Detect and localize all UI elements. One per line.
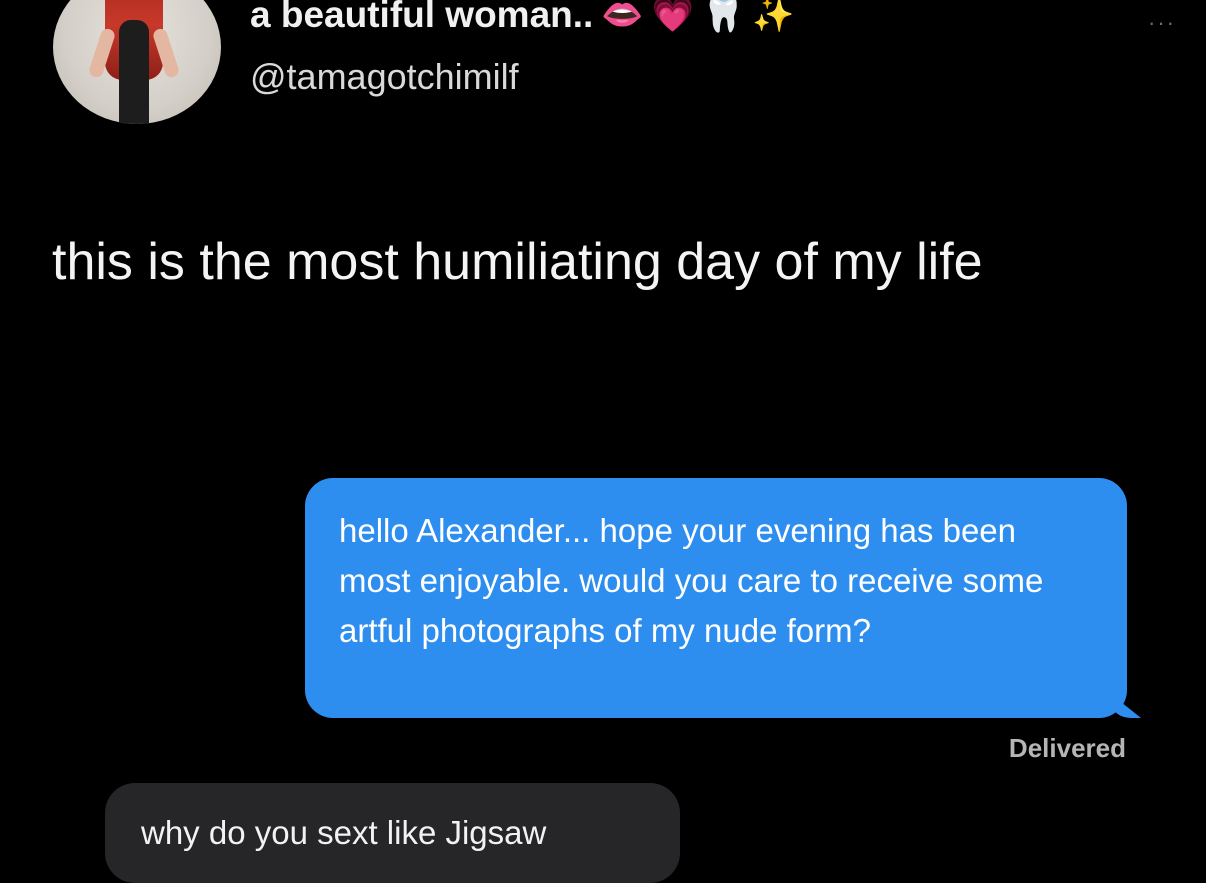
tweet-header: a beautiful woman.. 👄 💗 🦷 ✨ @tamagotchim… — [0, 0, 1206, 140]
sparkles-icon: ✨ — [752, 0, 795, 35]
incoming-message-bubble[interactable]: why do you sext like Jigsaw — [105, 783, 680, 883]
heart-icon: 💗 — [651, 0, 695, 35]
user-handle[interactable]: @tamagotchimilf — [250, 56, 519, 98]
avatar[interactable] — [53, 0, 221, 124]
display-name[interactable]: a beautiful woman.. — [250, 0, 593, 36]
outgoing-message-text: hello Alexander... hope your evening has… — [339, 512, 1044, 649]
outgoing-message-bubble[interactable]: hello Alexander... hope your evening has… — [305, 478, 1127, 718]
incoming-message-text: why do you sext like Jigsaw — [141, 814, 547, 851]
display-name-row[interactable]: a beautiful woman.. 👄 💗 🦷 ✨ — [250, 0, 795, 36]
lips-icon: 👄 — [601, 0, 644, 35]
delivery-status: Delivered — [1008, 733, 1126, 763]
tweet-text: this is the most humiliating day of my l… — [52, 233, 983, 291]
more-options-icon[interactable]: ··· — [1148, 10, 1176, 36]
tooth-icon: 🦷 — [702, 0, 745, 35]
avatar-body — [119, 20, 149, 124]
